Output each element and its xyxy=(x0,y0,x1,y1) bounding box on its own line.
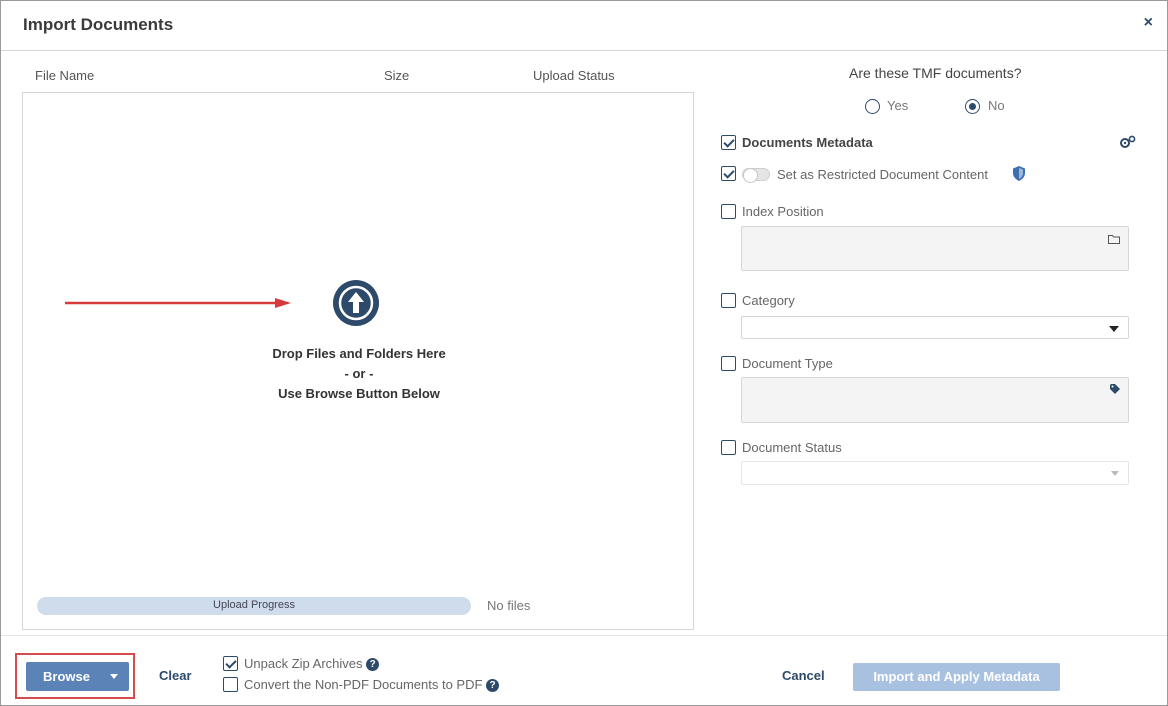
convert-pdf-checkbox[interactable] xyxy=(223,677,238,692)
tmf-no-label[interactable]: No xyxy=(988,98,1005,113)
shield-icon xyxy=(1013,166,1025,181)
column-header-file-name: File Name xyxy=(35,68,95,83)
chevron-down-icon[interactable] xyxy=(110,674,118,679)
index-position-label: Index Position xyxy=(742,204,824,219)
import-and-apply-metadata-button[interactable]: Import and Apply Metadata xyxy=(853,663,1060,691)
unpack-zip-label: Unpack Zip Archives ? xyxy=(244,656,380,672)
column-header-upload-status: Upload Status xyxy=(533,68,615,83)
restricted-content-checkbox[interactable] xyxy=(721,166,736,181)
file-drop-zone[interactable]: Drop Files and Folders Here - or - Use B… xyxy=(22,92,694,630)
document-type-field[interactable] xyxy=(741,377,1129,423)
browse-button[interactable]: Browse xyxy=(26,662,129,691)
clear-button[interactable]: Clear xyxy=(159,668,192,683)
upload-status-text: No files xyxy=(487,598,531,613)
dialog-header: Import Documents × xyxy=(1,1,1167,51)
browse-button-label: Browse xyxy=(43,669,90,684)
help-icon[interactable]: ? xyxy=(486,679,500,693)
document-status-label: Document Status xyxy=(742,440,842,455)
tmf-yes-radio[interactable] xyxy=(865,99,880,114)
tmf-yes-label[interactable]: Yes xyxy=(887,98,908,113)
category-label: Category xyxy=(742,293,795,308)
document-status-checkbox[interactable] xyxy=(721,440,736,455)
document-type-checkbox[interactable] xyxy=(721,356,736,371)
upload-progress-bar: Upload Progress xyxy=(37,597,471,615)
tmf-question: Are these TMF documents? xyxy=(849,65,1022,81)
documents-metadata-checkbox[interactable] xyxy=(721,135,736,150)
cancel-button[interactable]: Cancel xyxy=(782,668,825,683)
help-icon[interactable]: ? xyxy=(366,658,380,672)
drop-instructions-line3: Use Browse Button Below xyxy=(278,386,440,401)
drop-instructions-or: - or - xyxy=(344,366,374,381)
restricted-content-toggle[interactable] xyxy=(742,168,770,183)
document-status-select[interactable] xyxy=(741,461,1129,485)
tmf-no-radio[interactable] xyxy=(965,99,980,114)
category-select[interactable] xyxy=(741,316,1129,339)
gears-icon[interactable] xyxy=(1119,135,1137,149)
document-type-label: Document Type xyxy=(742,356,833,371)
dialog-title: Import Documents xyxy=(23,15,174,34)
chevron-down-icon xyxy=(1111,471,1119,476)
pointer-arrow-icon xyxy=(65,298,291,308)
convert-pdf-label: Convert the Non-PDF Documents to PDF ? xyxy=(244,677,500,693)
close-icon[interactable]: × xyxy=(1144,15,1153,31)
import-documents-dialog: Import Documents × File Name Size Upload… xyxy=(0,0,1168,706)
column-header-size: Size xyxy=(384,68,410,83)
chevron-down-icon xyxy=(1109,326,1119,332)
footer-divider xyxy=(1,635,1167,636)
unpack-zip-checkbox[interactable] xyxy=(223,656,238,671)
folder-icon[interactable] xyxy=(1108,234,1120,244)
upload-arrow-circle-icon[interactable] xyxy=(333,280,379,326)
documents-metadata-label: Documents Metadata xyxy=(742,135,873,150)
unpack-zip-text: Unpack Zip Archives xyxy=(244,656,363,671)
upload-progress-label: Upload Progress xyxy=(213,599,295,611)
restricted-content-label: Set as Restricted Document Content xyxy=(777,167,988,182)
index-position-checkbox[interactable] xyxy=(721,204,736,219)
drop-instructions-line1: Drop Files and Folders Here xyxy=(272,346,446,361)
tag-icon[interactable] xyxy=(1110,384,1120,394)
category-checkbox[interactable] xyxy=(721,293,736,308)
convert-pdf-text: Convert the Non-PDF Documents to PDF xyxy=(244,677,483,692)
index-position-field[interactable] xyxy=(741,226,1129,271)
